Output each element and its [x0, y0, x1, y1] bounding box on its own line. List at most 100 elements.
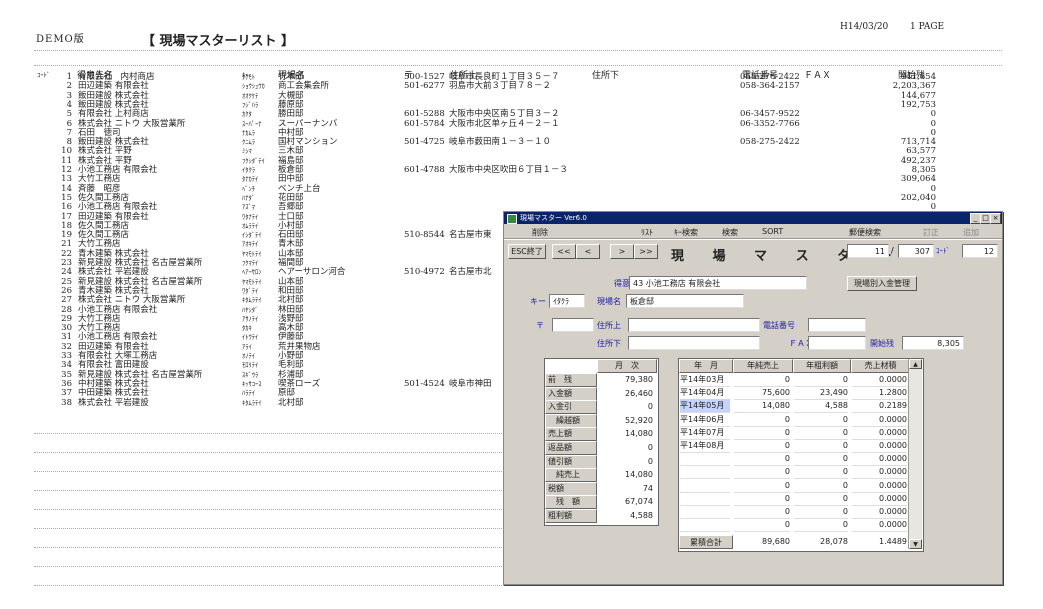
yearly-month[interactable]: 平14年06月: [680, 413, 730, 427]
yearly-value: 0: [734, 373, 790, 387]
site-field[interactable]: 板倉邸: [626, 294, 744, 308]
fax-field[interactable]: [808, 336, 866, 350]
scroll-down-icon[interactable]: ▼: [909, 539, 922, 549]
yearly-total: 28,078: [820, 537, 848, 546]
addr1-field[interactable]: [628, 318, 760, 332]
record-current[interactable]: 11: [847, 244, 889, 258]
cell-key: ｷﾀﾑﾗﾃｲ: [242, 296, 262, 305]
menu-key-search[interactable]: ｷｰ検索: [674, 227, 698, 238]
cell-amt: 0: [930, 109, 936, 120]
monthly-row-value: 0: [647, 443, 653, 452]
cell-key: ﾐｼﾏ: [242, 147, 252, 156]
last-record-button[interactable]: >>: [634, 244, 658, 259]
cell-addr: 名古屋市東: [449, 230, 492, 241]
monthly-row-label: 売上額: [545, 427, 597, 442]
cell-client: 株式会社 平岩建設: [78, 397, 149, 408]
yearly-value: 23,490: [794, 386, 848, 401]
cell-key: ﾀｹﾓﾄ: [242, 73, 255, 81]
title-bar: 現場マスター Ver6.0 _ □ ×: [504, 212, 1002, 224]
yearly-month[interactable]: 平14年05月: [680, 399, 730, 414]
cell-zip: 601-5288: [404, 109, 445, 120]
key-field[interactable]: ｲﾀｸﾗ: [549, 294, 585, 308]
cell-client: 有限会社 富田建設: [78, 360, 149, 371]
code-field[interactable]: 12: [962, 244, 998, 258]
cell-no: 2: [66, 81, 72, 92]
addr2-field[interactable]: [628, 336, 760, 350]
yearly-value: 0: [734, 452, 790, 467]
close-icon[interactable]: ×: [990, 213, 1001, 224]
menu-postal-search[interactable]: 郵便検索: [849, 227, 881, 238]
site-deposit-button[interactable]: 現場別入金管理: [847, 276, 917, 291]
menu-search[interactable]: 検索: [722, 227, 738, 238]
scroll-up-icon[interactable]: ▲: [909, 359, 922, 369]
yearly-month[interactable]: 平14年03月: [680, 373, 730, 387]
divider: [34, 585, 1002, 586]
zip-field[interactable]: [552, 318, 594, 332]
cell-zip: 510-4972: [404, 267, 445, 278]
yearly-header: 年 月: [679, 359, 733, 373]
yearly-month[interactable]: 平14年04月: [680, 386, 730, 401]
prev-record-button[interactable]: <: [576, 244, 600, 259]
cell-site: 原邸: [278, 388, 296, 399]
yearly-month[interactable]: 平14年07月: [680, 426, 730, 440]
cell-site: 毛利邸: [278, 360, 304, 371]
cell-key: ﾊﾗﾃｲ: [242, 389, 255, 398]
yearly-month[interactable]: [680, 452, 730, 467]
cell-key: ﾍｱｰｻﾛﾝ: [242, 268, 262, 277]
cell-key: ｵﾑﾗﾃｲ: [242, 221, 259, 230]
tel-field[interactable]: [808, 318, 866, 332]
client-field[interactable]: 43 小池工務店 有限会社: [629, 276, 807, 290]
monthly-row-label: 税額: [545, 481, 597, 496]
menu-sort[interactable]: SORT: [762, 227, 783, 236]
yearly-month[interactable]: [680, 492, 730, 506]
menu-list[interactable]: ﾘｽﾄ: [641, 227, 653, 238]
menu-delete[interactable]: 削除: [532, 227, 548, 238]
cell-no: 5: [66, 109, 72, 120]
cell-key: ｲｼﾀﾞﾃｲ: [242, 231, 262, 240]
yearly-month[interactable]: [680, 518, 730, 533]
esc-close-button[interactable]: ESC終了: [508, 244, 546, 259]
start-balance-field[interactable]: 8,305: [902, 336, 964, 350]
demo-label: DEMO版: [36, 34, 85, 45]
yearly-header: 年粗利額: [793, 359, 851, 373]
menu-edit[interactable]: 訂正: [923, 227, 939, 238]
monthly-row-value: 14,080: [625, 429, 653, 439]
cell-zip: 601-4788: [404, 165, 445, 175]
yearly-scrollbar[interactable]: ▲ ▼: [908, 359, 922, 549]
cell-client: 有限会社 上村商店: [78, 109, 149, 120]
cell-client: 大竹工務店: [78, 174, 121, 185]
cell-key: ﾔﾏﾓﾄﾃｲ: [242, 249, 262, 258]
monthly-header: 月 次: [597, 359, 657, 373]
yearly-value: 4,588: [794, 399, 848, 414]
monthly-row-label: 繰越額: [545, 413, 597, 428]
cell-key: ｼｮｳｼｭｳｶ: [242, 82, 265, 91]
cell-no: 13: [61, 174, 72, 185]
first-record-button[interactable]: <<: [552, 244, 576, 259]
cell-site: 吾郷邸: [278, 202, 304, 213]
monthly-row-label: 返品額: [545, 441, 597, 455]
cell-addr: 大阪市中央区吹田６丁目１－３: [449, 165, 569, 175]
yearly-month[interactable]: [680, 505, 730, 519]
cell-no: 16: [61, 202, 72, 213]
cell-addr: 名古屋市北: [449, 267, 492, 278]
cell-key: ｱｻﾉﾃｲ: [242, 314, 259, 323]
yearly-value: 0: [794, 439, 848, 453]
cell-key: ｲﾄｳﾃｲ: [242, 333, 259, 342]
yearly-month[interactable]: [680, 479, 730, 493]
monthly-table: 月 次 前 残 79,380 入金額 26,460 入金引 0 繰越額 52,920 売上額 1…: [544, 358, 659, 526]
start-balance-label: 開始残: [870, 339, 894, 348]
yearly-value: 0: [734, 505, 790, 519]
code-label: ｺｰﾄﾞ: [936, 247, 950, 255]
next-record-button[interactable]: >: [610, 244, 634, 259]
cell-no: 37: [61, 388, 72, 399]
cell-zip: 501-6277: [404, 81, 445, 92]
cell-key: ﾀｶｷ: [242, 324, 252, 333]
yearly-value: 14,080: [734, 399, 790, 414]
menu-add[interactable]: 追加: [963, 227, 979, 238]
yearly-month[interactable]: [680, 465, 730, 480]
yearly-month[interactable]: 平14年08月: [680, 439, 730, 453]
cell-client: 株式会社 平岩建設: [78, 267, 149, 278]
header-fax: ＦＡＸ: [804, 71, 832, 81]
monthly-row-value: 0: [647, 402, 653, 412]
yearly-value: 0: [794, 518, 848, 533]
